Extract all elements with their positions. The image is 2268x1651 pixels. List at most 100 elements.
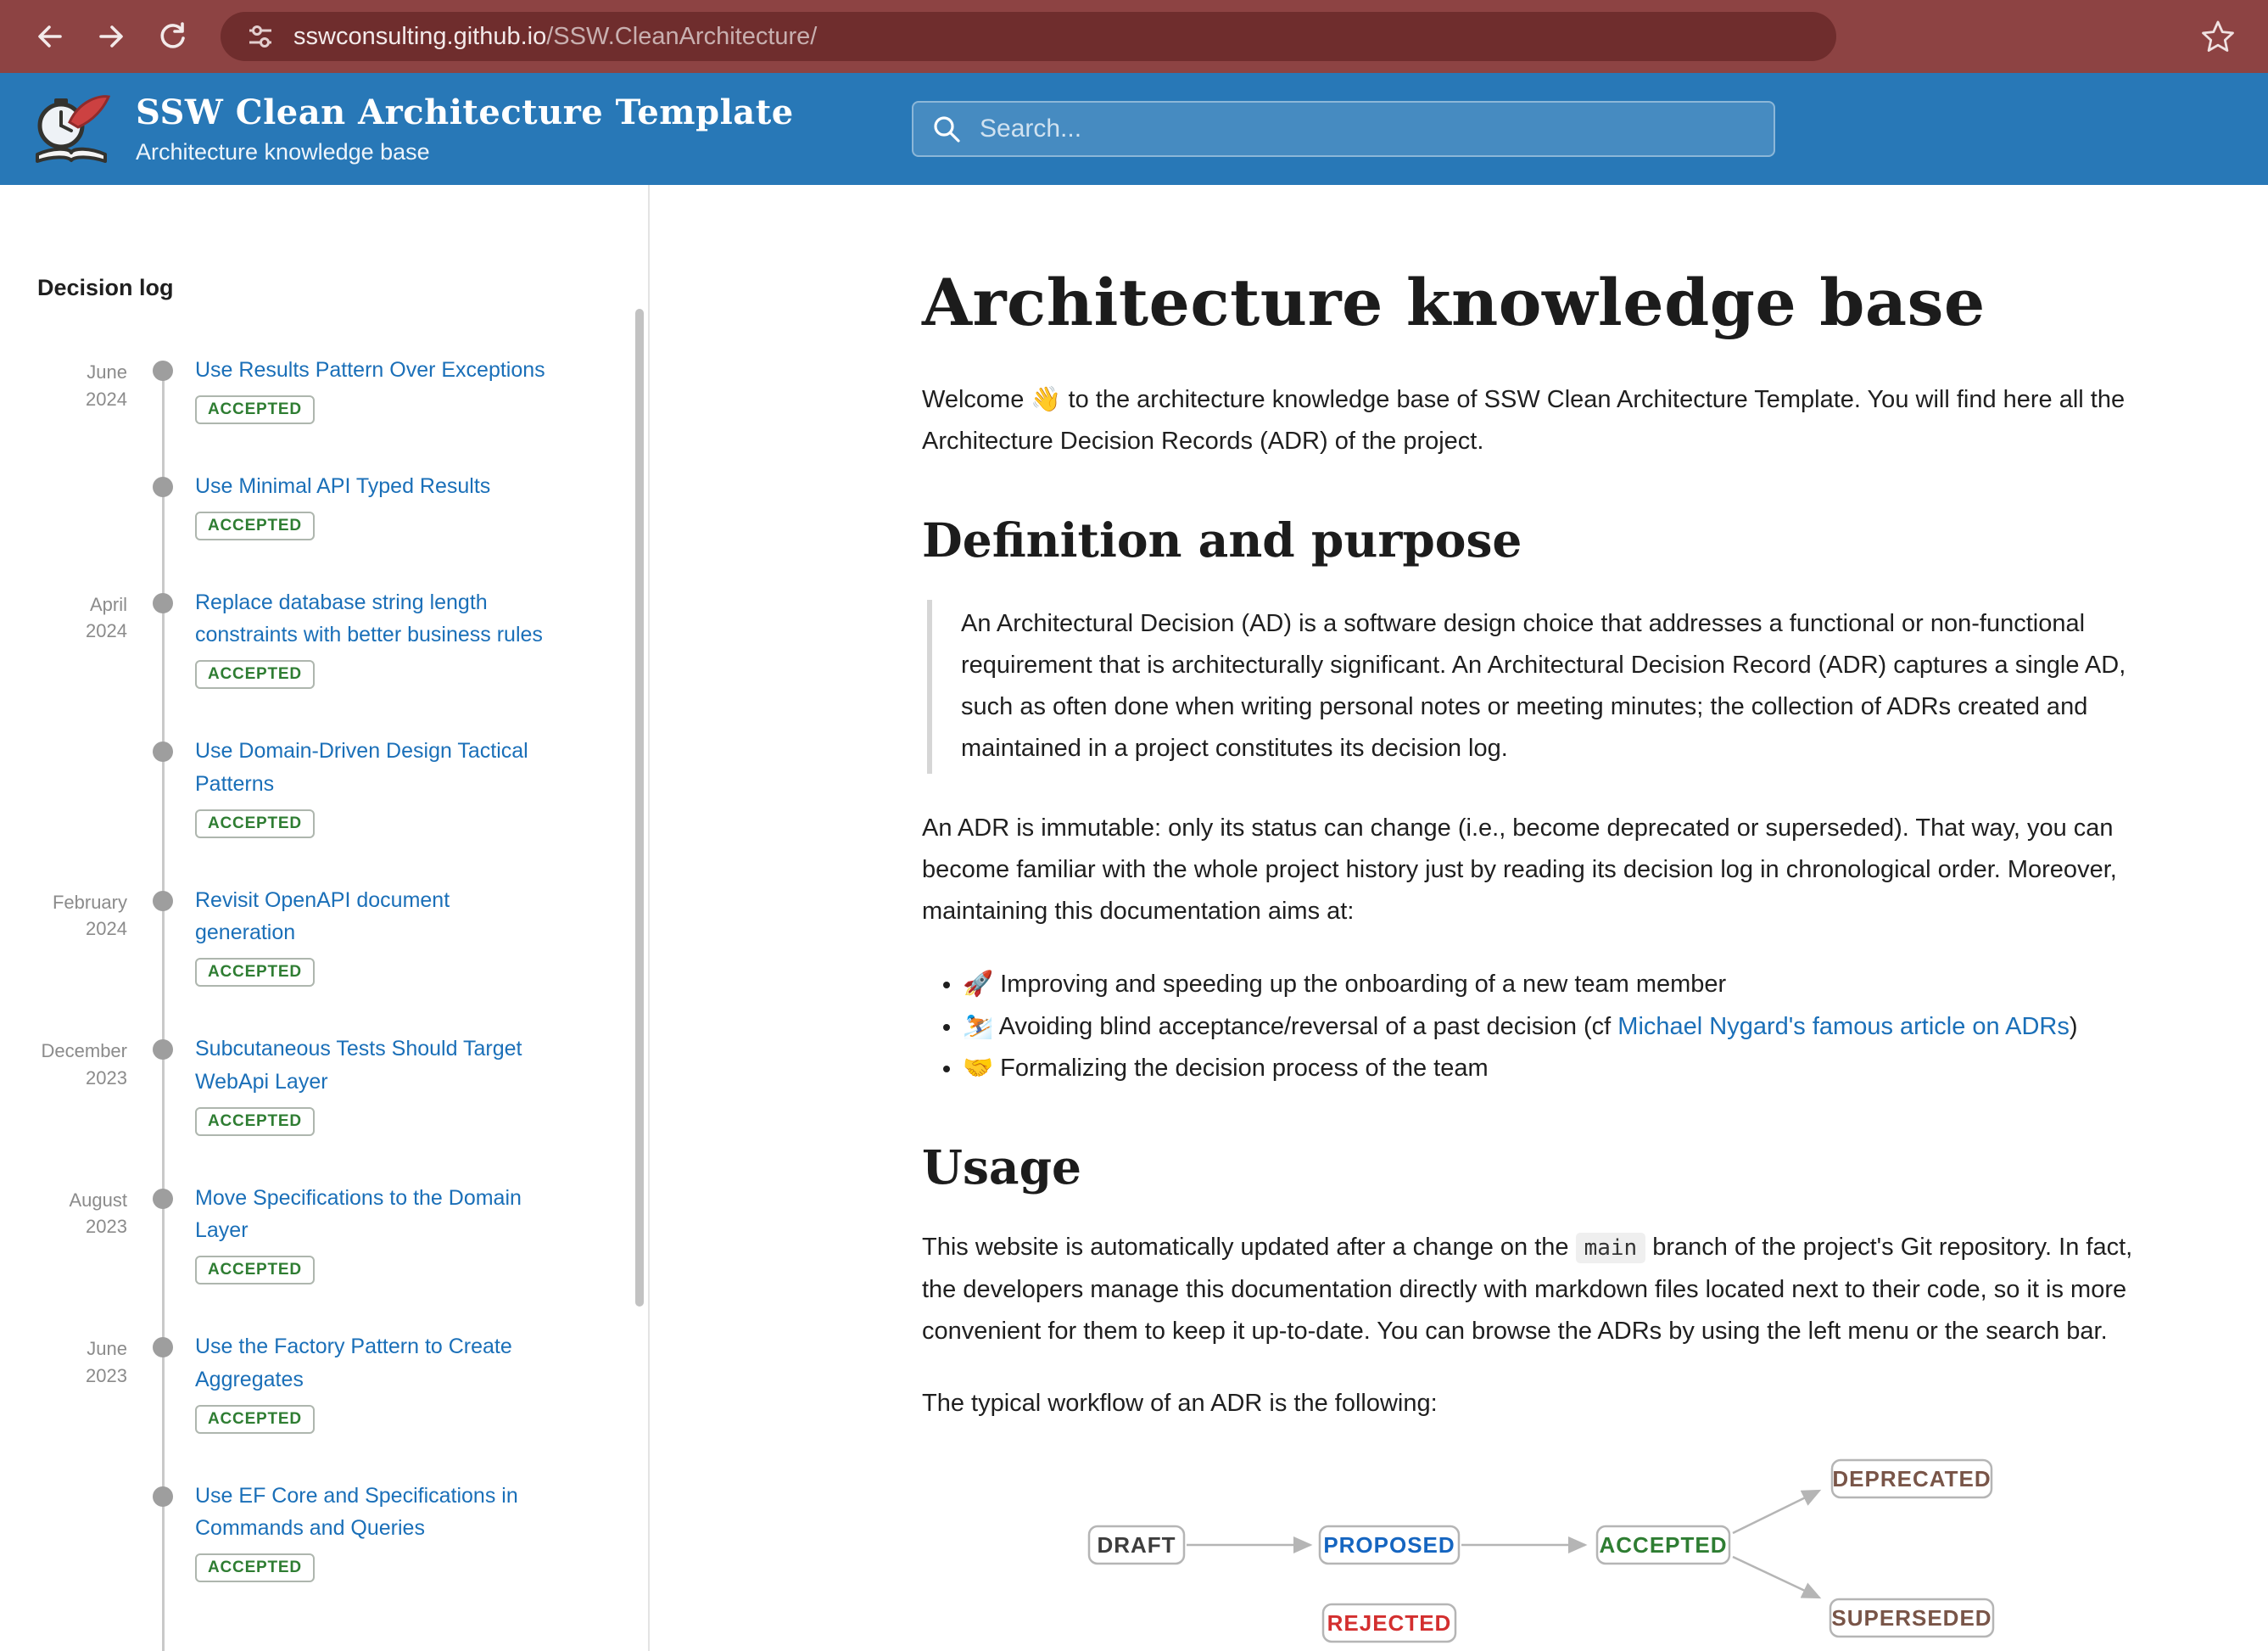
timeline-entry-body: Revisit OpenAPI document generation ACCE… (195, 884, 551, 988)
timeline-dot-icon (153, 1337, 173, 1357)
url-path: /SSW.CleanArchitecture/ (546, 23, 817, 50)
benefit-formalize-process: 🤝 Formalizing the decision process of th… (963, 1048, 2153, 1090)
status-badge: ACCEPTED (195, 1405, 315, 1434)
adr-link[interactable]: Revisit OpenAPI document generation (195, 884, 551, 950)
timeline-dot-icon (153, 593, 173, 613)
timeline-date (0, 1480, 127, 1583)
timeline-date (0, 470, 127, 540)
forward-button[interactable] (87, 12, 136, 61)
url-text: sswconsulting.github.io/SSW.CleanArchite… (293, 23, 817, 51)
site-settings-icon (243, 19, 278, 54)
adr-link[interactable]: Use EF Core and Specifications in Comman… (195, 1480, 551, 1546)
page-title: Architecture knowledge base (922, 265, 2153, 340)
timeline-entry-body: Subcutaneous Tests Should Target WebApi … (195, 1033, 551, 1136)
main-content: Architecture knowledge base Welcome 👋 to… (650, 185, 2268, 1651)
adr-link[interactable]: Use Minimal API Typed Results (195, 470, 490, 503)
workflow-paragraph: The typical workflow of an ADR is the fo… (922, 1383, 2153, 1424)
diagram-node-accepted: ACCEPTED (1597, 1526, 1729, 1564)
star-icon (2198, 17, 2237, 56)
header-titles: SSW Clean Architecture Template Architec… (136, 92, 794, 165)
timeline-month: August (0, 1187, 127, 1214)
sidebar-heading: Decision log (37, 275, 648, 301)
search-icon (930, 113, 963, 145)
diagram-label-superseded: SUPERSEDED (1831, 1605, 1991, 1631)
search-box[interactable] (912, 101, 1775, 157)
adr-link[interactable]: Move Specifications to the Domain Layer (195, 1182, 551, 1248)
timeline-entry: Use Minimal API Typed Results ACCEPTED (0, 470, 648, 540)
timeline-entry: August 2023 Move Specifications to the D… (0, 1182, 648, 1285)
benefit-2-close: ) (2070, 1013, 2078, 1040)
timeline-entry: Use EF Core and Specifications in Comman… (0, 1480, 648, 1583)
timeline-entry-body: Use EF Core and Specifications in Comman… (195, 1480, 551, 1583)
decision-log-sidebar: Decision log June 2024 Use Results Patte… (0, 185, 650, 1651)
app-logo (29, 88, 114, 170)
sidebar-scrollbar[interactable] (635, 309, 644, 1307)
nygard-article-link[interactable]: Michael Nygard's famous article on ADRs (1617, 1013, 2070, 1040)
status-badge: ACCEPTED (195, 958, 315, 987)
timeline-dot-icon (153, 361, 173, 381)
definition-heading: Definition and purpose (922, 512, 2153, 568)
timeline-month: December (0, 1038, 127, 1065)
timeline-entry: June 2023 Use the Factory Pattern to Cre… (0, 1330, 648, 1434)
benefit-2-text: ⛷️ Avoiding blind acceptance/reversal of… (963, 1013, 1617, 1040)
back-arrow-icon (31, 18, 69, 55)
timeline-year: 2024 (0, 386, 127, 413)
timeline-date: April 2024 (0, 586, 127, 690)
forward-arrow-icon (92, 18, 130, 55)
intro-paragraph: Welcome 👋 to the architecture knowledge … (922, 379, 2153, 463)
timeline-date (0, 735, 127, 838)
timeline-year: 2023 (0, 1213, 127, 1240)
timeline-entry-body: Use Minimal API Typed Results ACCEPTED (195, 470, 551, 540)
app-header: SSW Clean Architecture Template Architec… (0, 73, 2268, 185)
timeline-entry: April 2024 Replace database string lengt… (0, 586, 648, 690)
address-bar[interactable]: sswconsulting.github.io/SSW.CleanArchite… (221, 12, 1836, 61)
timeline-entry-body: Use the Factory Pattern to Create Aggreg… (195, 1330, 551, 1434)
usage-heading: Usage (922, 1139, 2153, 1195)
timeline-date: August 2023 (0, 1182, 127, 1285)
main-branch-code: main (1576, 1233, 1646, 1263)
benefit-onboarding: 🚀 Improving and speeding up the onboardi… (963, 964, 2153, 1006)
timeline-dot-icon (153, 1039, 173, 1060)
search-input[interactable] (978, 114, 1757, 144)
bookmark-button[interactable] (2193, 12, 2243, 61)
url-host: sswconsulting.github.io (293, 23, 546, 50)
timeline-dot-icon (153, 891, 173, 911)
timeline-year: 2023 (0, 1065, 127, 1092)
timeline-month: June (0, 1335, 127, 1363)
timeline-dot-icon (153, 1486, 173, 1507)
timeline-entry: Use Domain-Driven Design Tactical Patter… (0, 735, 648, 838)
adr-link[interactable]: Use Results Pattern Over Exceptions (195, 354, 545, 387)
diagram-label-accepted: ACCEPTED (1599, 1532, 1727, 1558)
diagram-node-draft: DRAFT (1089, 1526, 1184, 1564)
timeline-entry: June 2024 Use Results Pattern Over Excep… (0, 354, 648, 424)
status-badge: ACCEPTED (195, 1553, 315, 1582)
timeline-dot-icon (153, 1189, 173, 1209)
adr-definition-quote: An Architectural Decision (AD) is a soft… (927, 600, 2153, 774)
timeline-entry-body: Use Results Pattern Over Exceptions ACCE… (195, 354, 551, 424)
status-badge: ACCEPTED (195, 809, 315, 838)
benefit-avoid-blind-acceptance: ⛷️ Avoiding blind acceptance/reversal of… (963, 1006, 2153, 1049)
diagram-label-rejected: REJECTED (1327, 1610, 1452, 1636)
adr-definition-quote-text: An Architectural Decision (AD) is a soft… (961, 603, 2153, 770)
app-title: SSW Clean Architecture Template (136, 92, 794, 132)
timeline-entry-body: Move Specifications to the Domain Layer … (195, 1182, 551, 1285)
timeline-month: June (0, 359, 127, 386)
timeline-year: 2024 (0, 915, 127, 943)
refresh-button[interactable] (148, 12, 197, 61)
diagram-node-proposed: PROPOSED (1320, 1526, 1459, 1564)
status-badge: ACCEPTED (195, 1107, 315, 1136)
adr-link[interactable]: Subcutaneous Tests Should Target WebApi … (195, 1033, 551, 1099)
timeline-dot-icon (153, 477, 173, 497)
immutability-paragraph: An ADR is immutable: only its status can… (922, 808, 2153, 933)
timeline-date: June 2023 (0, 1330, 127, 1434)
status-badge: ACCEPTED (195, 660, 315, 689)
browser-chrome: sswconsulting.github.io/SSW.CleanArchite… (0, 0, 2268, 73)
adr-link[interactable]: Replace database string length constrain… (195, 586, 551, 652)
timeline-dot-icon (153, 742, 173, 762)
back-button[interactable] (25, 12, 75, 61)
decision-timeline: June 2024 Use Results Pattern Over Excep… (0, 354, 648, 1651)
adr-link[interactable]: Use the Factory Pattern to Create Aggreg… (195, 1330, 551, 1396)
adr-link[interactable]: Use Domain-Driven Design Tactical Patter… (195, 735, 551, 801)
usage-paragraph: This website is automatically updated af… (922, 1227, 2153, 1352)
timeline-date: December 2023 (0, 1033, 127, 1136)
